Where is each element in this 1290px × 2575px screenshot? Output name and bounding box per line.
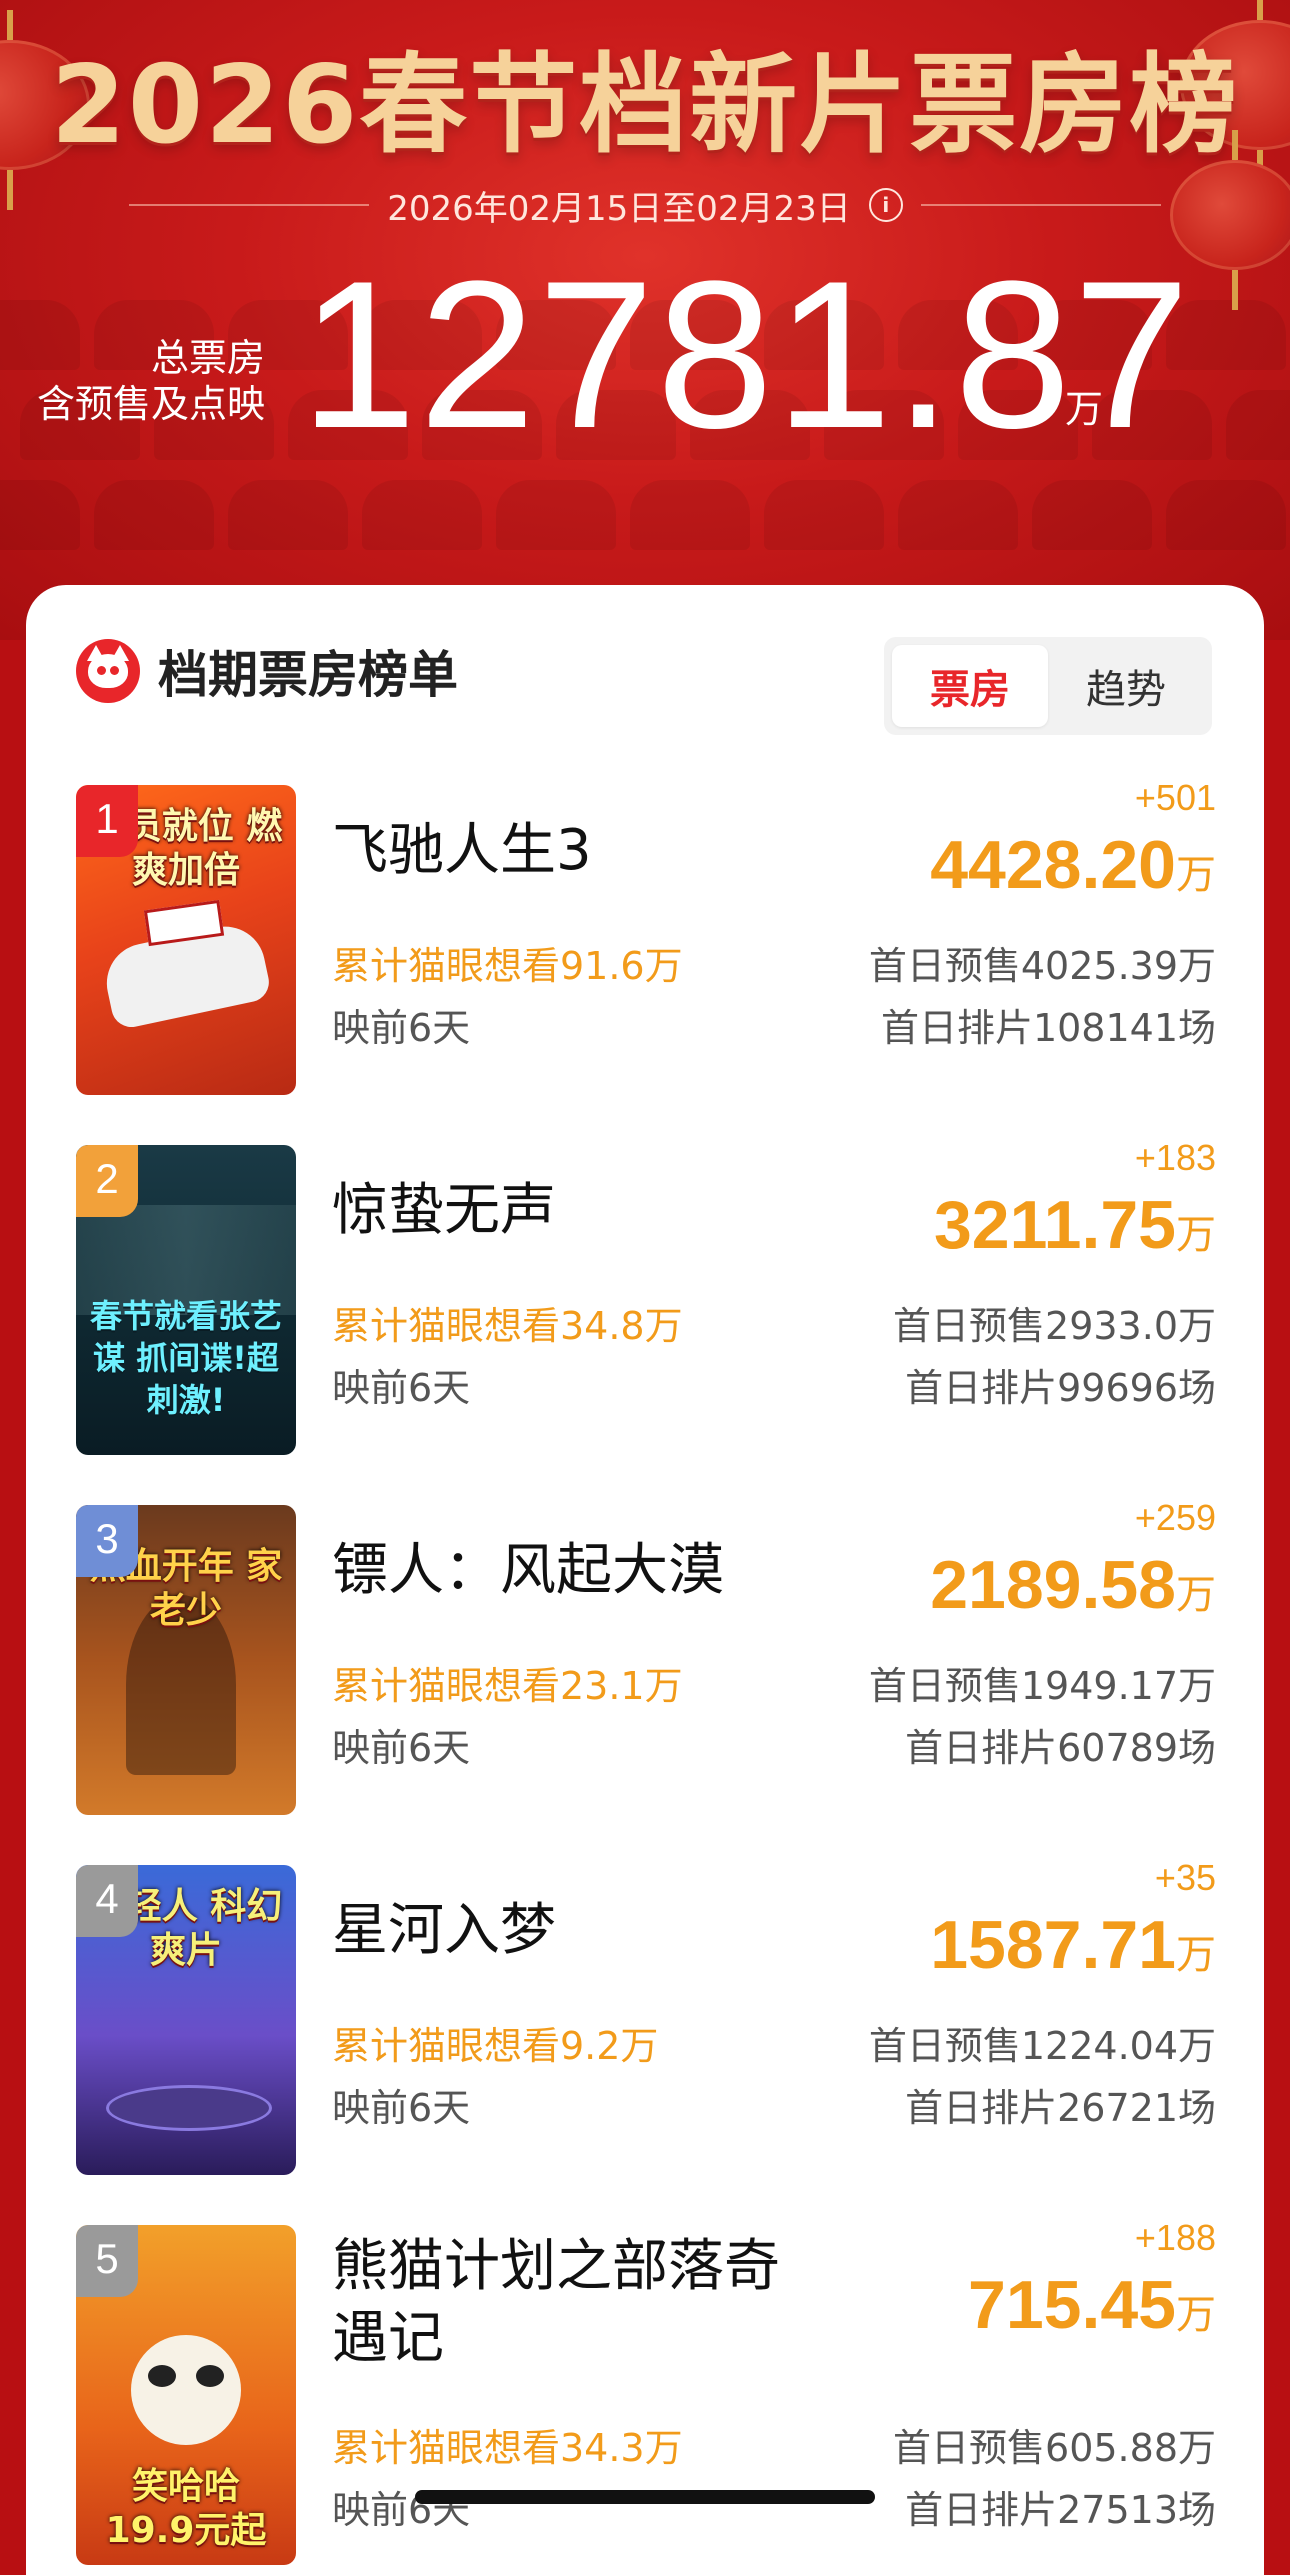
home-indicator[interactable] <box>415 2490 875 2504</box>
list-item[interactable]: 全员就位 燃爽加倍 1 飞驰人生3 累计猫眼想看91.6万 映前6天 +501 … <box>76 777 1216 1095</box>
movie-poster: 春节就看张艺谋 抓间谍!超刺激! 2 <box>76 1145 296 1455</box>
hero-banner: 2026春节档新片票房榜 2026年02月15日至02月23日 i 总票房 含预… <box>0 0 1290 640</box>
box-office-value: 4428.20万 <box>930 825 1216 915</box>
total-label: 总票房 含预售及点映 <box>37 335 265 427</box>
card-title: 档期票房榜单 <box>158 646 458 704</box>
movie-title: 飞驰人生3 <box>332 818 592 883</box>
movie-title: 镖人：风起大漠 <box>332 1538 724 1603</box>
first-day-presale: 首日预售1224.04万 <box>868 2024 1216 2068</box>
box-office-unit: 万 <box>1176 1212 1216 1258</box>
movie-poster: 笑哈哈 19.9元起 5 <box>76 2225 296 2565</box>
want-to-see-count: 累计猫眼想看34.8万 <box>332 1304 683 1348</box>
want-to-see-count: 累计猫眼想看9.2万 <box>332 2024 659 2068</box>
first-day-screenings: 首日排片99696场 <box>905 1366 1216 1410</box>
box-office-unit: 万 <box>1176 852 1216 898</box>
movie-title: 星河入梦 <box>332 1898 556 1963</box>
first-day-screenings: 首日排片27513场 <box>905 2488 1216 2532</box>
movie-title: 惊蛰无声 <box>332 1178 556 1243</box>
box-office-delta: +188 <box>1134 2217 1216 2258</box>
rank-badge: 3 <box>76 1505 138 1577</box>
days-to-release: 映前6天 <box>332 1726 471 1770</box>
box-office-value: 715.45万 <box>968 2265 1216 2355</box>
view-tabs: 票房 趋势 <box>884 637 1212 735</box>
box-office-number: 1587.71 <box>930 1907 1176 1983</box>
maoyan-cat-icon <box>76 639 140 703</box>
tab-trend[interactable]: 趋势 <box>1048 645 1204 727</box>
box-office-delta: +35 <box>1154 1857 1216 1898</box>
box-office-number: 3211.75 <box>933 1187 1176 1263</box>
first-day-screenings: 首日排片26721场 <box>905 2086 1216 2130</box>
poster-tagline: 春节就看张艺谋 抓间谍!超刺激! <box>89 1297 282 1419</box>
first-day-screenings: 首日排片60789场 <box>905 1726 1216 1770</box>
movie-poster: 年轻人 科幻爽片 4 <box>76 1865 296 2175</box>
box-office-unit: 万 <box>1176 2292 1216 2338</box>
days-to-release: 映前6天 <box>332 2488 471 2532</box>
divider <box>129 204 370 206</box>
total-label-sub: 含预售及点映 <box>36 382 265 426</box>
total-unit: 万 <box>1065 387 1104 431</box>
days-to-release: 映前6天 <box>332 2086 471 2130</box>
want-to-see-count: 累计猫眼想看23.1万 <box>332 1664 683 1708</box>
box-office-number: 4428.20 <box>930 827 1176 903</box>
first-day-presale: 首日预售605.88万 <box>893 2426 1216 2470</box>
first-day-presale: 首日预售1949.17万 <box>868 1664 1216 1708</box>
seat-decoration <box>0 480 1290 550</box>
first-day-presale: 首日预售4025.39万 <box>868 944 1216 988</box>
date-range: 2026年02月15日至02月23日 <box>387 188 851 229</box>
first-day-presale: 首日预售2933.0万 <box>893 1304 1216 1348</box>
list-item[interactable]: 年轻人 科幻爽片 4 星河入梦 累计猫眼想看9.2万 映前6天 +35 1587… <box>76 1857 1216 2175</box>
list-item[interactable]: 笑哈哈 19.9元起 5 熊猫计划之部落奇遇记 累计猫眼想看34.3万 映前6天… <box>76 2217 1216 2575</box>
box-office-unit: 万 <box>1176 1932 1216 1978</box>
list-item[interactable]: 热血开年 家老少 3 镖人：风起大漠 累计猫眼想看23.1万 映前6天 +259… <box>76 1497 1216 1815</box>
ranking-card: 档期票房榜单 票房 趋势 全员就位 燃爽加倍 1 飞驰人生3 累计猫眼想看91.… <box>26 585 1264 2575</box>
list-item[interactable]: 春节就看张艺谋 抓间谍!超刺激! 2 惊蛰无声 累计猫眼想看34.8万 映前6天… <box>76 1137 1216 1455</box>
total-box-office: 12781.87 <box>300 237 1192 472</box>
info-icon[interactable]: i <box>868 188 903 222</box>
box-office-delta: +259 <box>1134 1497 1216 1538</box>
rank-badge: 1 <box>76 785 138 857</box>
tab-box-office[interactable]: 票房 <box>892 645 1048 727</box>
days-to-release: 映前6天 <box>332 1006 471 1050</box>
box-office-number: 2189.58 <box>930 1547 1176 1623</box>
date-range-row: 2026年02月15日至02月23日 i <box>0 180 1290 230</box>
box-office-unit: 万 <box>1176 1572 1216 1618</box>
box-office-delta: +501 <box>1134 777 1216 818</box>
rank-badge: 5 <box>76 2225 138 2297</box>
box-office-value: 1587.71万 <box>930 1905 1216 1995</box>
box-office-value: 2189.58万 <box>930 1545 1216 1635</box>
rank-badge: 4 <box>76 1865 138 1937</box>
movie-poster: 热血开年 家老少 3 <box>76 1505 296 1815</box>
want-to-see-count: 累计猫眼想看34.3万 <box>332 2426 683 2470</box>
rank-badge: 2 <box>76 1145 138 1217</box>
want-to-see-count: 累计猫眼想看91.6万 <box>332 944 683 988</box>
first-day-screenings: 首日排片108141场 <box>880 1006 1216 1050</box>
card-header: 档期票房榜单 <box>76 635 458 707</box>
total-label-main: 总票房 <box>150 336 265 380</box>
box-office-value: 3211.75万 <box>934 1185 1216 1275</box>
box-office-delta: +183 <box>1134 1137 1216 1178</box>
movie-poster: 全员就位 燃爽加倍 1 <box>76 785 296 1095</box>
box-office-number: 715.45 <box>968 2267 1176 2343</box>
poster-tagline: 笑哈哈 19.9元起 <box>105 2466 267 2551</box>
page-title: 2026春节档新片票房榜 <box>50 43 1240 168</box>
days-to-release: 映前6天 <box>332 1366 471 1410</box>
movie-title: 熊猫计划之部落奇遇记 <box>332 2234 780 2371</box>
divider <box>920 204 1161 206</box>
